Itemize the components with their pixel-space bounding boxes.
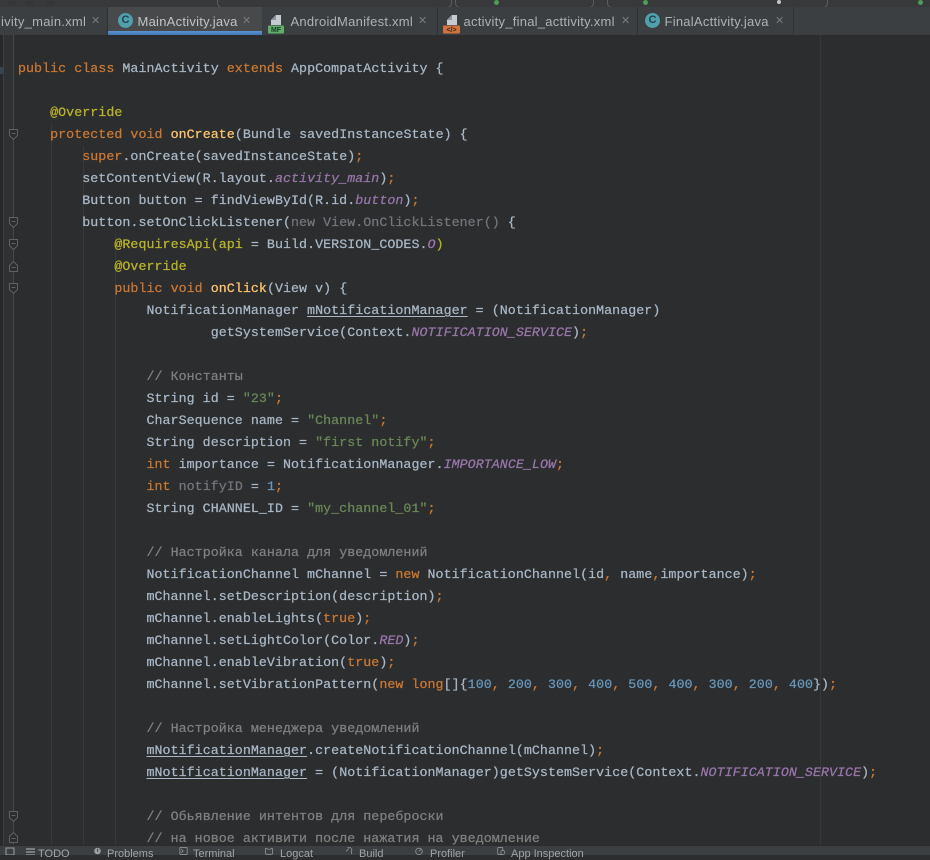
svg-text:MF: MF [271, 27, 282, 34]
svg-text:</>: </> [446, 27, 456, 34]
